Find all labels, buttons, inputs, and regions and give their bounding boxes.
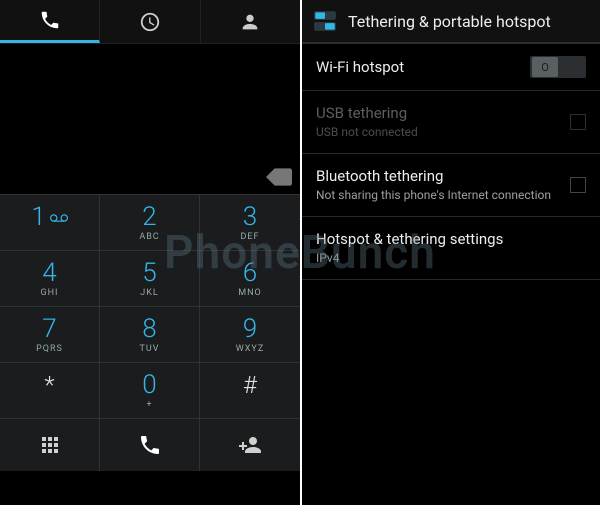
row-label: Bluetooth tethering: [316, 166, 558, 186]
add-contact-icon: [238, 433, 262, 457]
call-button[interactable]: [100, 419, 200, 471]
digit-label: 5: [142, 260, 156, 286]
dialpad-grid-button[interactable]: [0, 419, 100, 471]
key-6[interactable]: 6 MNO: [200, 251, 300, 307]
row-subtext: USB not connected: [316, 125, 558, 141]
key-4[interactable]: 4 GHI: [0, 251, 100, 307]
dialer-actionbar: [0, 419, 300, 471]
key-8[interactable]: 8 TUV: [100, 307, 200, 363]
grid-icon: [38, 433, 62, 457]
phone-icon: [39, 9, 61, 31]
bluetooth-tethering-checkbox[interactable]: [570, 177, 586, 193]
phone-icon: [138, 433, 162, 457]
row-label: Hotspot & tethering settings: [316, 229, 586, 249]
backspace-icon: [266, 168, 292, 186]
digit-label: #: [243, 373, 257, 397]
settings-toggle-icon: [312, 8, 338, 34]
key-star[interactable]: *: [0, 363, 100, 419]
voicemail-icon: [50, 213, 68, 223]
row-hotspot-settings[interactable]: Hotspot & tethering settings IPv4: [302, 217, 600, 280]
wifi-hotspot-switch[interactable]: O: [530, 56, 586, 78]
letters-label: DEF: [241, 232, 260, 242]
clock-icon: [139, 11, 161, 33]
letters-label: GHI: [41, 288, 59, 298]
letters-label: WXYZ: [236, 344, 264, 354]
letters-label: ABC: [139, 232, 159, 242]
digit-label: 3: [243, 204, 257, 230]
tab-dialpad[interactable]: [0, 0, 100, 43]
key-hash[interactable]: #: [200, 363, 300, 419]
letters-label: JKL: [140, 288, 158, 298]
digit-label: 0: [142, 372, 156, 398]
digit-label: 7: [42, 316, 56, 342]
row-subtext: Not sharing this phone's Internet connec…: [316, 188, 558, 204]
row-label: Wi-Fi hotspot: [316, 57, 518, 77]
tab-contacts[interactable]: [201, 0, 300, 43]
digit-label: 8: [142, 316, 156, 342]
digit-label: *: [44, 373, 54, 397]
key-5[interactable]: 5 JKL: [100, 251, 200, 307]
letters-label: +: [146, 400, 152, 410]
tab-recent[interactable]: [100, 0, 200, 43]
dialpad: 1 2 ABC 3 DEF 4 GHI 5 JKL 6 MNO 7 PQRS 8 TUV 9 W…: [0, 194, 300, 419]
digit-label: 1: [31, 202, 45, 232]
digit-label: 9: [243, 316, 257, 342]
key-9[interactable]: 9 WXYZ: [200, 307, 300, 363]
digit-label: 2: [142, 204, 156, 230]
letters-label: PQRS: [36, 344, 63, 354]
add-contact-button[interactable]: [200, 419, 300, 471]
dialer-app: 1 2 ABC 3 DEF 4 GHI 5 JKL 6 MNO 7 PQRS 8 TUV 9 W…: [0, 0, 300, 505]
dialer-tabs: [0, 0, 300, 44]
row-usb-tethering: USB tethering USB not connected: [302, 91, 600, 154]
key-2[interactable]: 2 ABC: [100, 195, 200, 251]
row-subtext: IPv4: [316, 251, 586, 267]
key-0[interactable]: 0+: [100, 363, 200, 419]
settings-header: Tethering & portable hotspot: [302, 0, 600, 44]
key-3[interactable]: 3 DEF: [200, 195, 300, 251]
person-icon: [239, 11, 261, 33]
usb-tethering-checkbox: [570, 114, 586, 130]
row-wifi-hotspot[interactable]: Wi-Fi hotspot O: [302, 44, 600, 91]
key-1[interactable]: 1: [0, 195, 100, 251]
row-bluetooth-tethering[interactable]: Bluetooth tethering Not sharing this pho…: [302, 154, 600, 217]
letters-label: MNO: [238, 288, 261, 298]
letters-label: TUV: [140, 344, 160, 354]
backspace-button[interactable]: [264, 166, 294, 188]
digit-label: 4: [42, 260, 56, 286]
number-display: [0, 44, 300, 194]
digit-label: 6: [243, 260, 257, 286]
key-7[interactable]: 7 PQRS: [0, 307, 100, 363]
settings-list: Wi-Fi hotspot O USB tethering USB not co…: [302, 44, 600, 280]
settings-app: Tethering & portable hotspot Wi-Fi hotsp…: [300, 0, 600, 505]
row-label: USB tethering: [316, 103, 558, 123]
page-title: Tethering & portable hotspot: [348, 12, 551, 31]
